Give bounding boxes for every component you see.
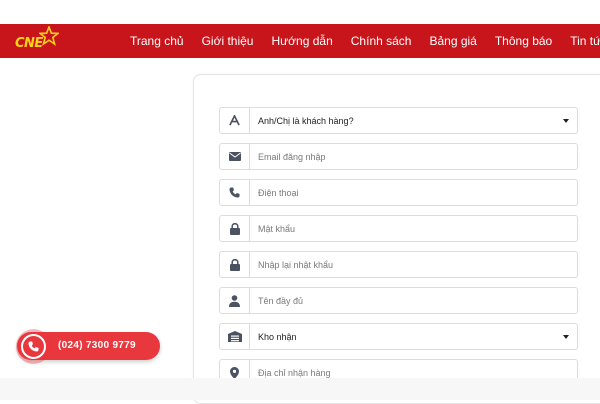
password-input[interactable] [258,216,577,241]
phone-icon[interactable] [21,334,46,359]
password-confirm-field-group [219,251,578,278]
nav-item-pricing[interactable]: Bảng giá [429,34,476,48]
nav-item-news[interactable]: Tin tức [570,34,600,48]
phone-input[interactable] [258,180,577,205]
full-name-field-group [219,287,578,314]
warehouse-icon [220,324,250,349]
lock-icon [220,252,250,277]
email-field-group [219,143,578,170]
page-bottom-band [0,378,600,400]
lock-icon [220,216,250,241]
full-name-input[interactable] [258,288,577,313]
chevron-down-icon [563,119,569,123]
star-icon [39,26,59,46]
nav-item-notices[interactable]: Thông báo [495,34,552,48]
password-confirm-input[interactable] [258,252,577,277]
customer-type-select[interactable]: Anh/Chị là khách hàng? [219,107,578,134]
nav-item-about[interactable]: Giới thiệu [202,34,254,48]
nav-item-policy[interactable]: Chính sách [351,34,412,48]
top-navigation-bar: CNE Trang chủ Giới thiệu Hướng dẫn Chính… [0,24,600,58]
envelope-icon [220,144,250,169]
user-icon [220,288,250,313]
chevron-down-icon [563,335,569,339]
warehouse-select[interactable]: Kho nhận [219,323,578,350]
phone-field-group [219,179,578,206]
password-field-group [219,215,578,242]
nav-item-home[interactable]: Trang chủ [130,34,184,48]
customer-type-value: Anh/Chị là khách hàng? [258,115,354,126]
letter-a-icon [220,108,250,133]
phone-icon [220,180,250,205]
logo[interactable]: CNE [12,26,60,56]
email-input[interactable] [258,144,577,169]
hotline-number[interactable]: (024) 7300 9779 [58,340,136,351]
nav-item-guide[interactable]: Hướng dẫn [271,34,332,48]
warehouse-value: Kho nhận [258,331,297,342]
main-nav: Trang chủ Giới thiệu Hướng dẫn Chính sác… [130,24,600,58]
